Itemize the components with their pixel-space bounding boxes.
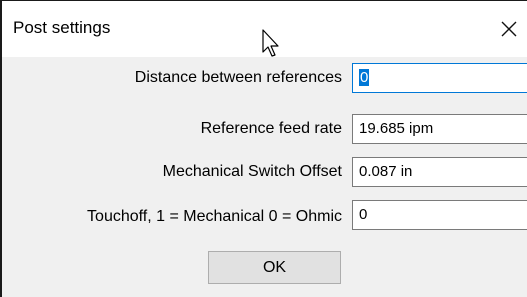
mouse-pointer-icon (262, 29, 279, 57)
distance-between-references-label: Distance between references (134, 69, 342, 86)
mechanical-switch-offset-input[interactable]: 0.087 in (352, 157, 527, 187)
reference-feed-rate-input[interactable]: 19.685 ipm (352, 114, 527, 144)
touchoff-value: 0 (359, 206, 368, 223)
ok-button[interactable]: OK (208, 251, 341, 284)
mechanical-switch-offset-value: 0.087 in (359, 163, 413, 180)
close-button[interactable] (491, 13, 527, 45)
reference-feed-rate-value: 19.685 ipm (359, 120, 434, 137)
reference-feed-rate-label: Reference feed rate (200, 120, 342, 137)
dialog-title: Post settings (13, 18, 111, 37)
distance-between-references-value: 0 (359, 69, 370, 86)
post-settings-dialog: Post settings Distance between reference… (0, 0, 527, 297)
close-icon (501, 21, 517, 37)
touchoff-input[interactable]: 0 (352, 200, 527, 230)
distance-between-references-input[interactable]: 0 (352, 63, 527, 93)
touchoff-label: Touchoff, 1 = Mechanical 0 = Ohmic (87, 208, 342, 225)
mechanical-switch-offset-label: Mechanical Switch Offset (162, 163, 342, 180)
